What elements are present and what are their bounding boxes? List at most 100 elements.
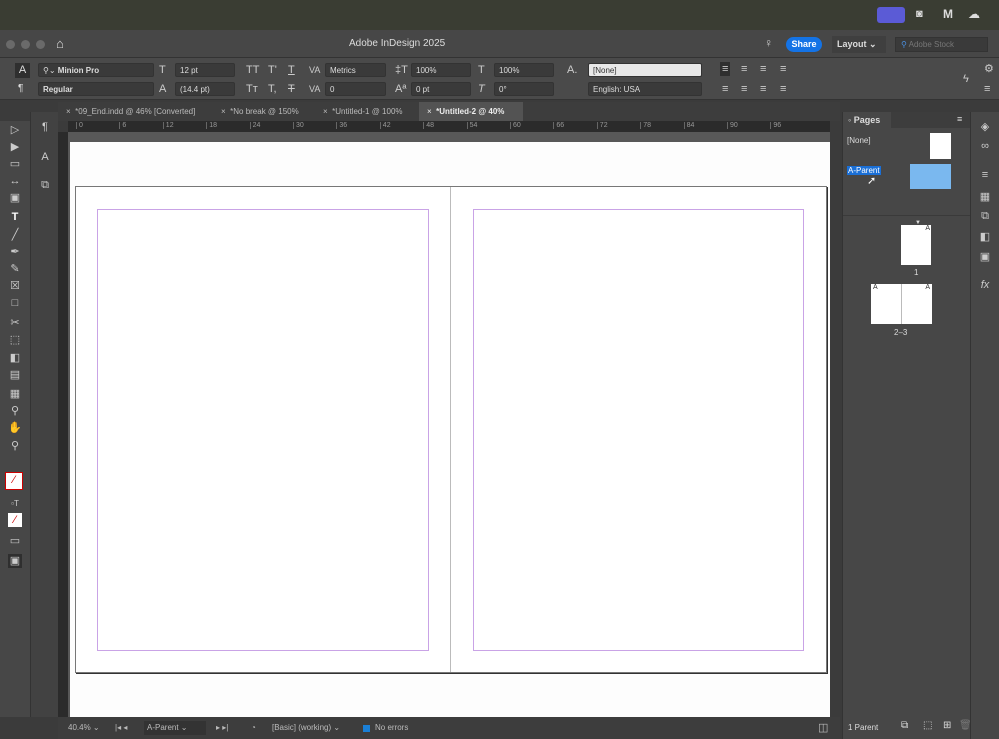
tracking-field[interactable]: 0 (325, 82, 386, 96)
skew-field[interactable]: 0° (494, 82, 554, 96)
tab-no-break[interactable]: × *No break @ 150% (213, 102, 315, 121)
zoom-level-field[interactable]: 40.4% ⌄ (68, 717, 100, 739)
scissors-tool-icon[interactable]: ✂ (8, 316, 22, 330)
type-tool-icon[interactable]: T (8, 210, 22, 224)
subscript-icon[interactable]: T, (268, 82, 277, 96)
eyedropper-tool-icon[interactable]: ⚲ (8, 404, 22, 418)
justify-all-icon[interactable]: ≡ (760, 82, 766, 96)
justify-center-icon[interactable]: ≡ (741, 82, 747, 96)
align-left-icon[interactable]: ≡ (720, 62, 731, 76)
align-center-icon[interactable]: ≡ (741, 62, 747, 76)
adobe-stock-search[interactable]: ⚲ Adobe Stock (895, 37, 988, 52)
swatches-icon[interactable]: ▦ (978, 190, 992, 203)
gap-tool-icon[interactable]: ↔ (8, 174, 22, 188)
new-parent-icon[interactable]: ⬚ (923, 720, 932, 731)
align-towards-spine-icon[interactable]: ≡ (780, 62, 786, 76)
fill-stroke-icon[interactable]: ⁄ (5, 472, 23, 490)
pages-2-3-thumbnail[interactable]: AA (871, 284, 932, 324)
parent-none[interactable]: [None] (847, 136, 871, 145)
screen-mode-icon[interactable]: ▭ (8, 534, 22, 548)
line-tool-icon[interactable]: ╱ (8, 228, 22, 242)
justify-left-icon[interactable]: ≡ (722, 82, 728, 96)
vertical-ruler[interactable] (58, 132, 68, 717)
panel-menu-icon[interactable]: ≡ (957, 114, 962, 124)
preview-mode-icon[interactable]: ▣ (8, 554, 22, 568)
tab-untitled-2[interactable]: × *Untitled-2 @ 40% (419, 102, 523, 121)
malwarebytes-icon[interactable]: M (943, 7, 953, 21)
first-prev-page-buttons[interactable]: |◂ ◂ (115, 717, 127, 739)
font-size-field[interactable]: 12 pt (175, 63, 235, 77)
pages-tab[interactable]: ◦ Pages (843, 112, 891, 128)
character-mode-button[interactable]: A (15, 63, 30, 78)
all-caps-icon[interactable]: TT (246, 63, 259, 77)
preflight-icon[interactable]: ◔ (251, 717, 256, 739)
character-styles-icon[interactable]: A (38, 150, 52, 164)
page-1-thumbnail[interactable]: A (901, 225, 931, 265)
apply-none-icon[interactable]: ⁄ (8, 513, 22, 527)
tab-untitled-1[interactable]: × *Untitled-1 @ 100% (315, 102, 419, 121)
leading-field[interactable]: (14.4 pt) (175, 82, 235, 96)
effects-icon[interactable]: fx (978, 279, 992, 291)
pen-tool-icon[interactable]: ✒ (8, 245, 22, 259)
links-icon[interactable]: ∞ (978, 140, 992, 152)
outlook-icon[interactable]: ◙ (916, 8, 923, 20)
panel-menu-icon[interactable]: ≡ (984, 82, 990, 96)
close-window-button[interactable] (6, 40, 15, 49)
content-collector-icon[interactable]: ▣ (8, 191, 22, 205)
a-parent-thumbnail[interactable] (910, 164, 951, 189)
zoom-tool-icon[interactable]: ⚲ (8, 439, 22, 453)
gradient-icon[interactable]: ◧ (978, 230, 992, 243)
pencil-tool-icon[interactable]: ✎ (8, 262, 22, 276)
rectangle-frame-tool-icon[interactable]: ☒ (8, 279, 22, 293)
preflight-profile[interactable]: [Basic] (working) ⌄ (272, 717, 340, 739)
preflight-errors[interactable]: No errors (375, 717, 408, 739)
character-style-dropdown[interactable]: [None] (588, 63, 702, 77)
hand-tool-icon[interactable]: ✋ (8, 421, 22, 435)
kerning-field[interactable]: Metrics (325, 63, 386, 77)
vertical-scale-field[interactable]: 100% (411, 63, 471, 77)
edit-page-size-icon[interactable]: ⧉ (901, 720, 908, 731)
direct-selection-tool-icon[interactable]: ▶ (8, 140, 22, 154)
lightbulb-icon[interactable]: ♀ (764, 36, 773, 50)
page-tool-icon[interactable]: ▭ (8, 157, 22, 171)
minimize-window-button[interactable] (21, 40, 30, 49)
gradient-tool-icon[interactable]: ◧ (8, 351, 22, 365)
zoom-window-button[interactable] (36, 40, 45, 49)
tab-09-end[interactable]: × *09_End.indd @ 46% [Converted] (58, 102, 213, 121)
font-family-field[interactable]: ⚲⌄ Minion Pro (38, 63, 154, 77)
cc-libraries-icon[interactable]: ⧉ (978, 210, 992, 223)
parent-none-thumbnail[interactable] (930, 133, 951, 159)
underline-icon[interactable]: T (288, 63, 295, 77)
paragraph-mode-button[interactable]: ¶ (18, 83, 23, 94)
small-caps-icon[interactable]: Tт (246, 82, 258, 96)
align-right-icon[interactable]: ≡ (760, 62, 766, 76)
formatting-container-icon[interactable]: ▫T (8, 497, 22, 511)
horizontal-ruler[interactable]: 0 6 12 18 24 30 36 42 48 54 60 66 72 78 84 90 96 (68, 121, 830, 132)
menubar-status-icon[interactable] (877, 7, 905, 23)
gear-icon[interactable]: ⚙ (984, 62, 994, 76)
properties-icon[interactable]: ▣ (978, 250, 992, 263)
strikethrough-icon[interactable]: T (288, 82, 295, 96)
language-dropdown[interactable]: English: USA (588, 82, 702, 96)
align-away-spine-icon[interactable]: ≡ (780, 82, 786, 96)
free-transform-tool-icon[interactable]: ⬚ (8, 333, 22, 347)
note-tool-icon[interactable]: ▦ (8, 387, 22, 401)
quick-actions-icon[interactable]: ϟ (963, 72, 969, 86)
stroke-icon[interactable]: ≡ (978, 169, 992, 181)
font-style-field[interactable]: Regular (38, 82, 154, 96)
workspace-switcher[interactable]: Layout ⌄ (832, 36, 886, 53)
layers-icon[interactable]: ◈ (978, 120, 992, 133)
horizontal-scale-field[interactable]: 100% (494, 63, 554, 77)
create-page-icon[interactable]: ⊞ (943, 720, 951, 731)
split-view-icon[interactable]: ◫ (818, 717, 828, 739)
superscript-icon[interactable]: T' (268, 63, 277, 77)
share-button[interactable]: Share (786, 37, 822, 52)
next-last-page-buttons[interactable]: ▸ ▸| (216, 717, 228, 739)
rectangle-tool-icon[interactable]: □ (8, 296, 22, 310)
object-styles-icon[interactable]: ⧉ (38, 178, 52, 192)
baseline-shift-field[interactable]: 0 pt (411, 82, 471, 96)
creative-cloud-icon[interactable]: ☁ (968, 7, 980, 21)
gradient-feather-icon[interactable]: ▤ (8, 368, 22, 382)
page-dropdown[interactable]: A-Parent ⌄ (144, 721, 206, 735)
home-icon[interactable]: ⌂ (56, 36, 64, 51)
